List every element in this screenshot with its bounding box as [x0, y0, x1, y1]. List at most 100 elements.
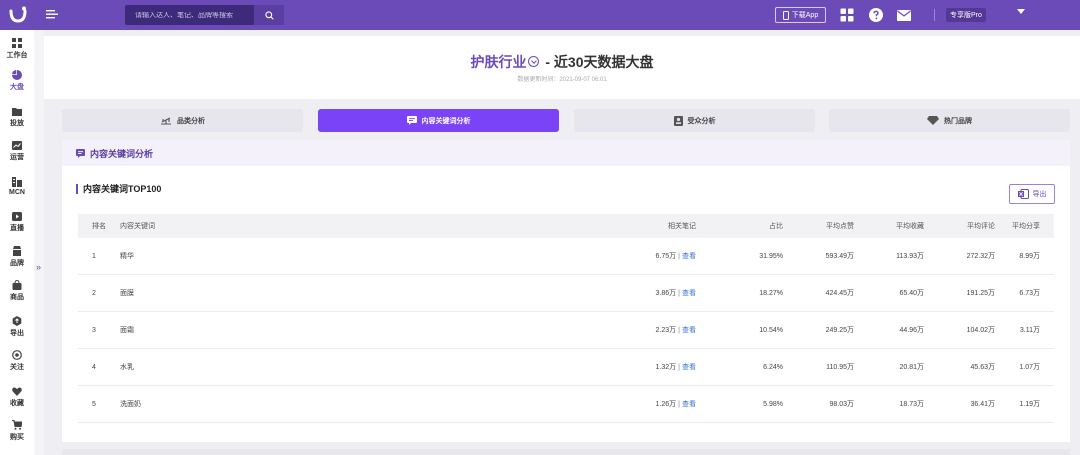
sidebar: 工作台 大盘投放运营 MCN 直播品牌商品导出关注收藏购买 — [0, 30, 34, 455]
sidebar-item-label: 投放 — [10, 120, 24, 127]
sidebar-item-label: 购买 — [10, 434, 24, 441]
comments-cell: 45.63万 — [970, 364, 995, 371]
sidebar-item-2[interactable]: 投放 — [0, 102, 34, 132]
section-header: 内容关键词分析 — [62, 140, 1070, 166]
sidebar-item-0[interactable]: 工作台 — [0, 34, 34, 64]
export-button[interactable]: 导出 — [1009, 184, 1055, 204]
notes-value: 2.23万 — [655, 327, 677, 334]
view-notes-link[interactable]: 查看 — [682, 288, 696, 298]
view-notes-link[interactable]: 查看 — [682, 251, 696, 261]
sidebar-item-label: 关注 — [10, 364, 24, 371]
download-app-button[interactable]: 下载App — [775, 7, 826, 23]
view-notes-link[interactable]: 查看 — [682, 362, 696, 372]
view-notes-link[interactable]: 查看 — [682, 325, 696, 335]
tab-label: 品类分析 — [177, 117, 205, 125]
cart-icon — [12, 420, 22, 430]
tab-profile[interactable]: 受众分析 — [574, 109, 815, 132]
tab-scale[interactable]: 品类分析 — [62, 109, 303, 132]
industry-dropdown-icon[interactable] — [528, 55, 540, 67]
shares-cell: 1.07万 — [1019, 364, 1040, 371]
separator: | — [678, 363, 680, 371]
separator: | — [678, 289, 680, 297]
ratio-cell: 18.27% — [759, 289, 783, 297]
table-row: 2 面膜 3.86万 | 查看 18.27% 424.45万 65.40万 191.25万 6.7… — [78, 275, 1054, 312]
search-input[interactable] — [125, 11, 250, 19]
column-header: 内容关键词 — [120, 223, 155, 230]
sidebar-item-9[interactable]: 关注 — [0, 346, 34, 376]
sidebar-item-label: 运营 — [10, 154, 24, 161]
comments-cell: 272.32万 — [966, 253, 995, 260]
building-icon — [12, 176, 22, 187]
ratio-cell: 31.95% — [759, 252, 783, 260]
notes-value: 1.32万 — [655, 364, 677, 371]
help-icon — [869, 8, 883, 22]
favs-cell: 18.73万 — [899, 401, 924, 408]
table-body: 1 精华 6.75万 | 查看 31.95% 593.49万 113.93万 272.32万 8.… — [78, 238, 1054, 423]
industry-selector[interactable]: 护肤行业 — [470, 54, 526, 70]
comments-cell: 104.02万 — [966, 327, 995, 334]
favs-cell: 65.40万 — [899, 290, 924, 297]
search-button[interactable] — [254, 5, 284, 25]
sidebar-item-1[interactable]: 大盘 — [0, 66, 34, 96]
message-button[interactable] — [896, 7, 912, 23]
separator: | — [678, 326, 680, 334]
sidebar-item-4[interactable]: MCN — [0, 171, 34, 201]
keyword-cell: 洗面奶 — [120, 401, 141, 408]
notes-value: 6.75万 — [655, 253, 677, 260]
keyword-analysis-section: 内容关键词分析 内容关键词TOP100 导出 排名 内容关键词 相关笔记 占比 平均点赞… — [62, 140, 1070, 442]
column-header: 平均分享 — [1012, 223, 1040, 230]
rank-cell: 4 — [92, 363, 96, 371]
chat-icon — [76, 148, 85, 158]
sidebar-item-label: 品牌 — [10, 260, 24, 267]
shop-icon — [12, 246, 22, 256]
sidebar-item-3[interactable]: 运营 — [0, 136, 34, 166]
keyword-cell: 精华 — [120, 253, 134, 260]
notes-value: 3.86万 — [655, 290, 677, 297]
sidebar-item-10[interactable]: 收藏 — [0, 382, 34, 412]
keyword-cell: 水乳 — [120, 364, 134, 371]
comments-cell: 191.25万 — [966, 290, 995, 297]
likes-cell: 98.03万 — [829, 401, 854, 408]
column-header: 平均收藏 — [896, 223, 924, 230]
tab-label: 受众分析 — [687, 117, 716, 125]
sidebar-item-5[interactable]: 直播 — [0, 207, 34, 237]
view-notes-link[interactable]: 查看 — [682, 399, 696, 409]
table-row: 3 面霜 2.23万 | 查看 10.54% 249.25万 44.96万 104.02万 3.1… — [78, 312, 1054, 349]
search-icon — [264, 10, 274, 20]
likes-cell: 249.25万 — [825, 327, 854, 334]
logo-icon[interactable] — [8, 5, 28, 25]
profile-icon — [673, 115, 683, 126]
user-menu-caret-icon[interactable] — [1017, 9, 1025, 14]
tab-diamond[interactable]: 热门品牌 — [829, 109, 1070, 132]
related-notes-cell: 2.23万 | 查看 — [618, 312, 696, 348]
sidebar-item-label: 收藏 — [10, 400, 24, 407]
menu-toggle-icon[interactable] — [46, 8, 58, 20]
shares-cell: 1.19万 — [1019, 401, 1040, 408]
export-icon — [12, 316, 22, 326]
column-header: 平均评论 — [967, 223, 995, 230]
trend-icon — [12, 140, 22, 150]
keyword-cell: 面膜 — [120, 290, 134, 297]
top-bar: 下载App 专享版Pro — [0, 0, 1080, 30]
sidebar-item-6[interactable]: 品牌 — [0, 242, 34, 272]
sidebar-item-7[interactable]: 商品 — [0, 276, 34, 306]
user-plan-badge[interactable]: 专享版Pro — [946, 8, 986, 22]
bag-icon — [12, 280, 22, 290]
section-title: 内容关键词分析 — [90, 148, 154, 159]
column-header: 排名 — [92, 223, 106, 230]
rank-cell: 1 — [92, 252, 96, 260]
excel-icon — [1017, 189, 1029, 199]
related-notes-cell: 1.26万 | 查看 — [618, 386, 696, 422]
column-header: 平均点赞 — [826, 223, 854, 230]
help-button[interactable] — [868, 7, 884, 23]
related-notes-cell: 1.32万 | 查看 — [618, 349, 696, 385]
expand-sidebar-icon[interactable]: » — [36, 262, 41, 272]
likes-cell: 110.95万 — [826, 364, 854, 371]
sidebar-item-11[interactable]: 购买 — [0, 416, 34, 446]
apps-button[interactable] — [839, 7, 855, 23]
apps-grid-icon — [840, 8, 854, 22]
sidebar-item-8[interactable]: 导出 — [0, 312, 34, 342]
tab-label: 热门品牌 — [944, 117, 972, 125]
rank-cell: 3 — [92, 326, 96, 334]
tab-message[interactable]: 内容关键词分析 — [318, 109, 559, 132]
